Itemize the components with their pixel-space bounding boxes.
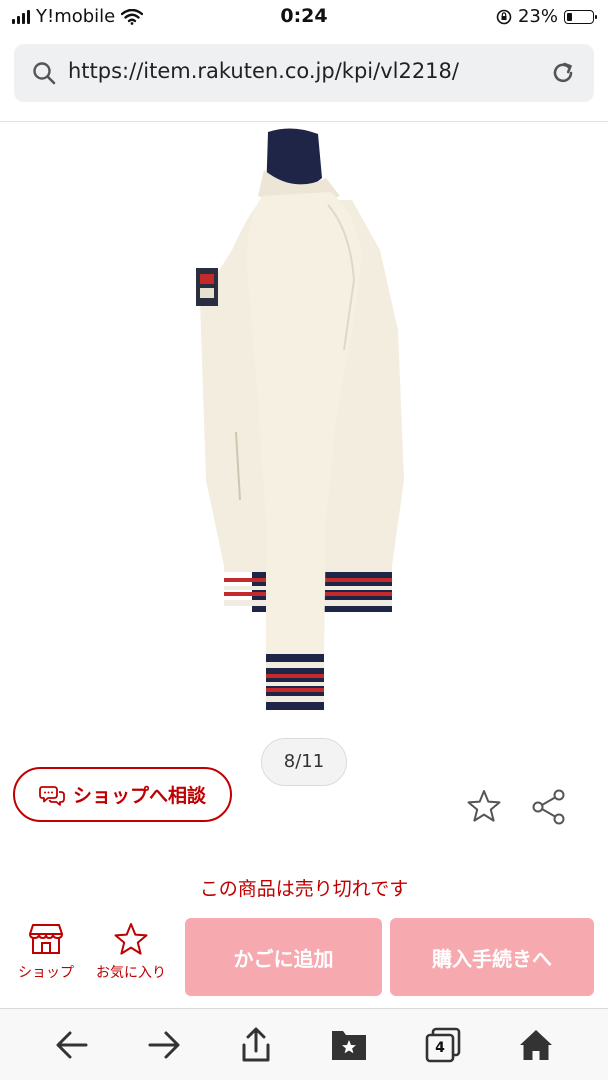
forward-arrow-icon[interactable] [146,1027,182,1063]
soldout-notice: この商品は売り切れです [199,878,409,900]
star-icon[interactable] [466,789,502,823]
checkout-button[interactable]: 購入手続きへ [390,918,594,996]
shop-label: ショップ [18,965,74,981]
status-bar: Y!mobile 0:24 23% [0,0,608,34]
status-right: 23% [496,6,597,27]
tabs-button[interactable]: 4 [424,1027,462,1063]
consult-label: ショップへ相談 [72,785,206,807]
chat-bubble-icon [39,785,65,806]
clipped-text-line [50,852,560,858]
add-to-cart-button[interactable]: かごに追加 [185,918,382,996]
tab-count: 4 [435,1040,445,1056]
favorite-label: お気に入り [96,965,166,981]
favorite-star-icon [114,923,148,955]
image-counter: 8/11 [261,738,347,786]
address-bar[interactable]: https://item.rakuten.co.jp/kpi/vl2218/ [14,44,594,102]
favorite-nav-button[interactable]: お気に入り [88,922,174,982]
shop-nav-button[interactable]: ショップ [10,922,82,982]
product-image[interactable] [0,122,608,732]
consult-shop-button[interactable]: ショップへ相談 [13,767,232,822]
battery-icon [564,9,597,24]
home-icon[interactable] [518,1027,554,1063]
battery-percent: 23% [517,6,558,27]
rotation-lock-icon [496,9,512,24]
search-icon [33,62,56,85]
shop-icon [29,924,63,954]
bookmarks-icon[interactable] [330,1027,368,1063]
url-text[interactable]: https://item.rakuten.co.jp/kpi/vl2218/ [68,59,459,83]
back-arrow-icon[interactable] [54,1027,90,1063]
reload-icon[interactable] [550,60,576,86]
browser-toolbar: 4 [0,1008,608,1080]
share-icon[interactable] [531,789,567,825]
share-upload-icon[interactable] [238,1027,274,1063]
